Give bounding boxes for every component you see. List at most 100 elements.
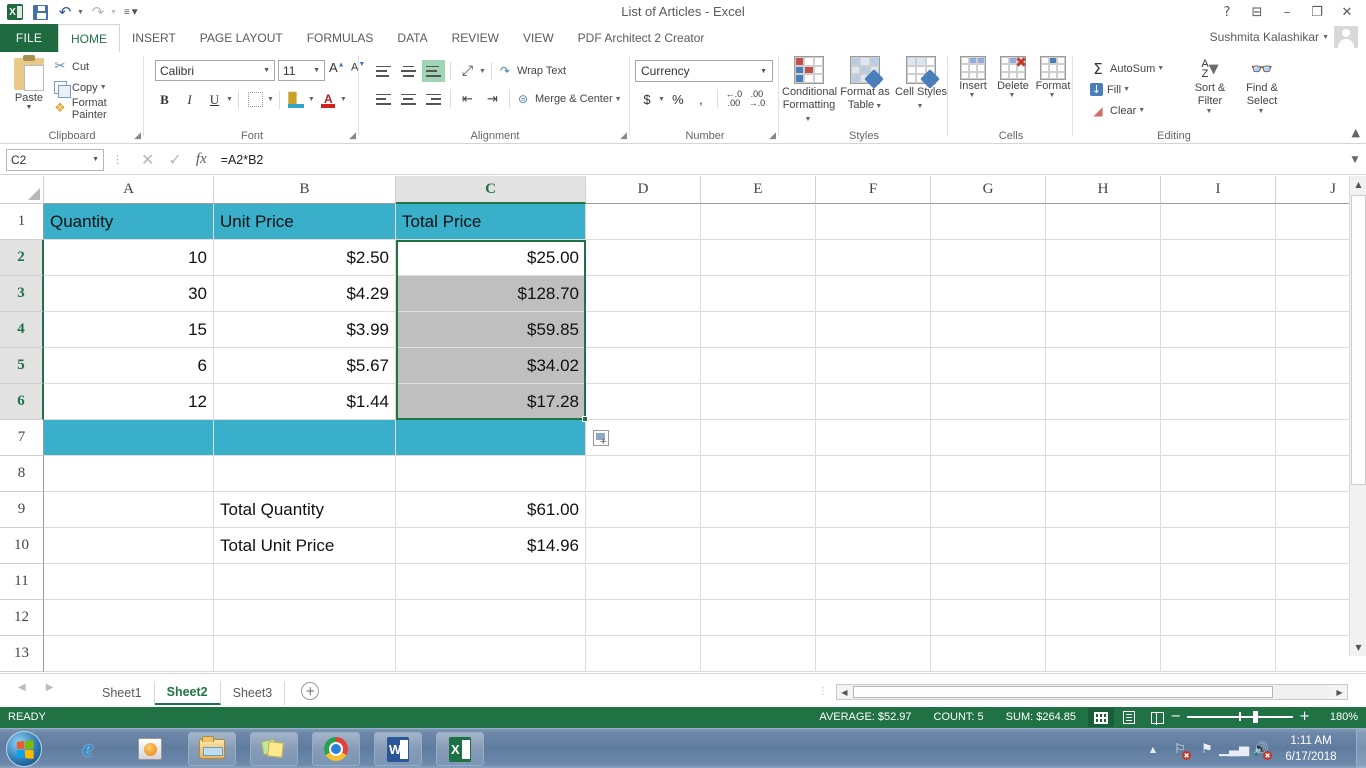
row-header-9[interactable]: 9 bbox=[0, 492, 44, 528]
cell-b7[interactable] bbox=[214, 420, 396, 456]
page-layout-view-button[interactable] bbox=[1116, 708, 1142, 727]
row-header-2[interactable]: 2 bbox=[0, 240, 44, 276]
cell-d6[interactable] bbox=[586, 384, 701, 420]
taskbar-microsoft-excel[interactable]: X bbox=[436, 732, 484, 766]
cut-button[interactable]: ✂ Cut bbox=[52, 56, 144, 77]
align-bottom-button[interactable] bbox=[422, 60, 445, 82]
fill-handle[interactable] bbox=[582, 416, 588, 422]
cell-a12[interactable] bbox=[44, 600, 214, 636]
row-header-4[interactable]: 4 bbox=[0, 312, 44, 348]
cell-d10[interactable] bbox=[586, 528, 701, 564]
format-painter-button[interactable]: ❖ Format Painter bbox=[52, 98, 144, 119]
cell-c7[interactable] bbox=[396, 420, 586, 456]
cell-c10[interactable]: $14.96 bbox=[396, 528, 586, 564]
cell-f8[interactable] bbox=[816, 456, 931, 492]
cell-h5[interactable] bbox=[1046, 348, 1161, 384]
cell-h8[interactable] bbox=[1046, 456, 1161, 492]
zoom-out-button[interactable]: − bbox=[1170, 711, 1181, 723]
format-dropdown-icon[interactable]: ▼ bbox=[1031, 92, 1073, 99]
insert-dropdown-icon[interactable]: ▼ bbox=[951, 92, 993, 99]
cell-g1[interactable] bbox=[931, 204, 1046, 240]
underline-dropdown-icon[interactable]: ▼ bbox=[226, 96, 233, 103]
cell-c5[interactable]: $34.02 bbox=[396, 348, 586, 384]
cell-a5[interactable]: 6 bbox=[44, 348, 214, 384]
font-color-dropdown-icon[interactable]: ▼ bbox=[340, 96, 347, 103]
clipboard-dialog-launcher-icon[interactable]: ◢ bbox=[134, 131, 141, 141]
delete-cells-button[interactable]: ✖ Delete ▼ bbox=[993, 56, 1033, 99]
comma-style-button[interactable]: , bbox=[691, 88, 711, 110]
row-header-7[interactable]: 7 bbox=[0, 420, 44, 456]
row-header-12[interactable]: 12 bbox=[0, 600, 44, 636]
sheet-tab-sheet3[interactable]: Sheet3 bbox=[221, 681, 286, 705]
font-dialog-launcher-icon[interactable]: ◢ bbox=[349, 131, 356, 141]
cell-g12[interactable] bbox=[931, 600, 1046, 636]
percent-style-button[interactable]: % bbox=[668, 88, 688, 110]
taskbar-file-explorer[interactable] bbox=[188, 732, 236, 766]
show-hidden-icons-icon[interactable]: ▲ bbox=[1144, 740, 1162, 758]
wrap-text-button[interactable]: ↷ Wrap Text bbox=[497, 60, 570, 82]
paste-dropdown-icon[interactable]: ▼ bbox=[6, 104, 52, 111]
cell-a7[interactable] bbox=[44, 420, 214, 456]
cell-e13[interactable] bbox=[701, 636, 816, 672]
restore-button[interactable]: ❐ bbox=[1302, 2, 1332, 22]
row-header-6[interactable]: 6 bbox=[0, 384, 44, 420]
cell-f5[interactable] bbox=[816, 348, 931, 384]
normal-view-button[interactable] bbox=[1088, 708, 1114, 727]
number-format-dropdown-icon[interactable]: ▼ bbox=[760, 68, 767, 75]
cell-h3[interactable] bbox=[1046, 276, 1161, 312]
column-header-d[interactable]: D bbox=[586, 176, 701, 204]
vertical-scrollbar[interactable]: ▲ ▼ bbox=[1349, 176, 1366, 656]
cell-styles-button[interactable]: Cell Styles ▼ bbox=[894, 56, 948, 113]
account-area[interactable]: Sushmita Kalashikar ▼ bbox=[1210, 26, 1358, 48]
cell-f11[interactable] bbox=[816, 564, 931, 600]
sheet-tab-sheet1[interactable]: Sheet1 bbox=[90, 681, 155, 705]
cell-h13[interactable] bbox=[1046, 636, 1161, 672]
font-size-input[interactable]: 11 ▼ bbox=[278, 60, 325, 81]
autosum-button[interactable]: Σ AutoSum ▼ bbox=[1090, 58, 1164, 79]
sort-filter-dropdown-icon[interactable]: ▼ bbox=[1182, 108, 1236, 115]
cell-h6[interactable] bbox=[1046, 384, 1161, 420]
tab-view[interactable]: VIEW bbox=[511, 24, 566, 52]
column-header-e[interactable]: E bbox=[701, 176, 816, 204]
network-flag-icon[interactable]: ⚐✖ bbox=[1171, 740, 1189, 758]
cell-a6[interactable]: 12 bbox=[44, 384, 214, 420]
tab-insert[interactable]: INSERT bbox=[120, 24, 188, 52]
cell-e9[interactable] bbox=[701, 492, 816, 528]
row-header-1[interactable]: 1 bbox=[0, 204, 44, 240]
tab-review[interactable]: REVIEW bbox=[440, 24, 511, 52]
action-center-icon[interactable]: ⚑ bbox=[1198, 740, 1216, 758]
cell-c11[interactable] bbox=[396, 564, 586, 600]
cell-d4[interactable] bbox=[586, 312, 701, 348]
cell-d5[interactable] bbox=[586, 348, 701, 384]
cell-d3[interactable] bbox=[586, 276, 701, 312]
cell-b13[interactable] bbox=[214, 636, 396, 672]
increase-font-size-button[interactable]: A▲ bbox=[329, 60, 345, 75]
tab-home[interactable]: HOME bbox=[58, 24, 120, 52]
vertical-scroll-thumb[interactable] bbox=[1351, 195, 1366, 485]
decrease-decimal-button[interactable]: .00→.0 bbox=[747, 88, 767, 110]
fill-color-dropdown-icon[interactable]: ▼ bbox=[308, 96, 315, 103]
split-handle[interactable]: ⋮ bbox=[818, 686, 828, 697]
cell-e4[interactable] bbox=[701, 312, 816, 348]
cell-b8[interactable] bbox=[214, 456, 396, 492]
cell-i3[interactable] bbox=[1161, 276, 1276, 312]
cell-b5[interactable]: $5.67 bbox=[214, 348, 396, 384]
cell-d1[interactable] bbox=[586, 204, 701, 240]
minimize-button[interactable]: – bbox=[1272, 2, 1302, 22]
cell-g10[interactable] bbox=[931, 528, 1046, 564]
cell-e7[interactable] bbox=[701, 420, 816, 456]
cell-d2[interactable] bbox=[586, 240, 701, 276]
row-header-10[interactable]: 10 bbox=[0, 528, 44, 564]
cell-e6[interactable] bbox=[701, 384, 816, 420]
cell-i4[interactable] bbox=[1161, 312, 1276, 348]
column-header-f[interactable]: F bbox=[816, 176, 931, 204]
cell-g7[interactable] bbox=[931, 420, 1046, 456]
zoom-level[interactable]: 180% bbox=[1330, 711, 1358, 723]
insert-cells-button[interactable]: Insert ▼ bbox=[953, 56, 993, 99]
cell-g8[interactable] bbox=[931, 456, 1046, 492]
cell-i8[interactable] bbox=[1161, 456, 1276, 492]
next-sheet-icon[interactable]: ▶ bbox=[46, 682, 54, 693]
cell-f3[interactable] bbox=[816, 276, 931, 312]
font-size-dropdown-icon[interactable]: ▼ bbox=[313, 67, 320, 74]
column-header-h[interactable]: H bbox=[1046, 176, 1161, 204]
